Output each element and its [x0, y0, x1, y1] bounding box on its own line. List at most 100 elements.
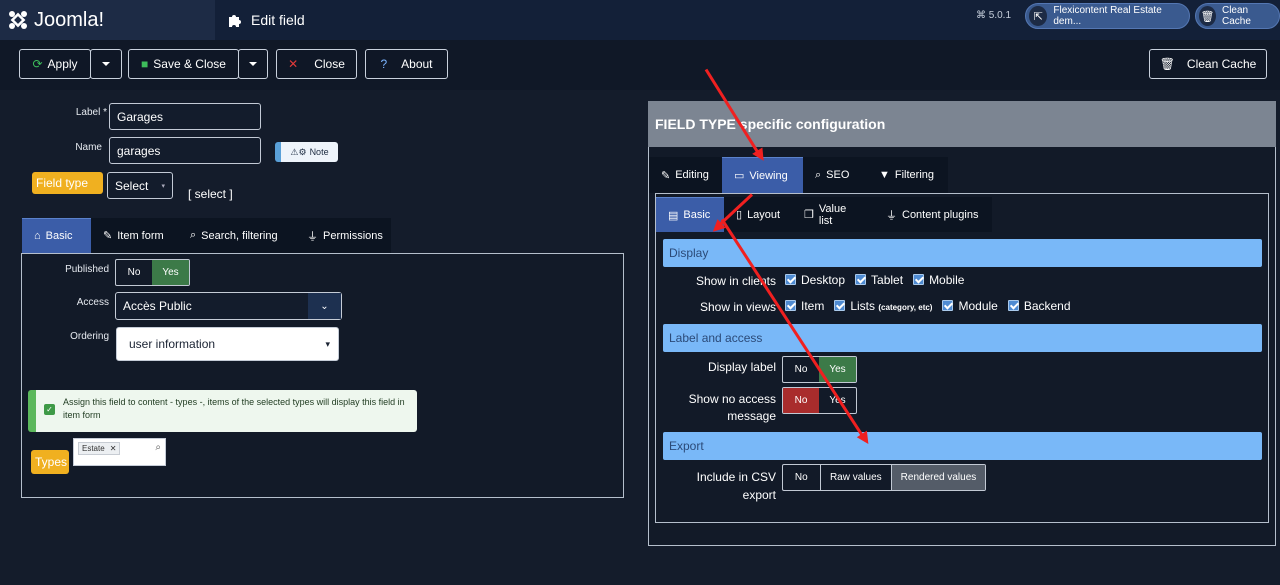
field-type-select[interactable]: Select ▾ [107, 172, 173, 199]
page-title: Edit field [251, 12, 305, 28]
published-no[interactable]: No [116, 260, 152, 285]
checkbox-checked-icon[interactable] [913, 274, 925, 285]
type-tag-estate[interactable]: Estate ✕ [78, 442, 121, 455]
puzzle-icon [229, 15, 241, 27]
tab-viewing-label: Viewing [749, 169, 788, 182]
external-link-icon: ⇱ [1029, 6, 1048, 26]
home-icon: ⌂ [34, 230, 41, 242]
save-close-button[interactable]: ■ Save & Close [128, 49, 239, 79]
section-label-access: Label and access [663, 324, 1262, 352]
sub-tabs: ▤ Basic ▯ Layout ❐ Value list ⏚ Content plug… [656, 197, 992, 232]
published-toggle[interactable]: No Yes [115, 259, 190, 286]
assign-info-box: ✓ Assign this field to content - types -… [28, 390, 417, 432]
save-close-label: Save & Close [153, 57, 226, 71]
view-backend[interactable]: Backend [1007, 299, 1071, 313]
ordering-label: Ordering [70, 331, 109, 342]
apply-button[interactable]: ⟳ Apply [19, 49, 91, 79]
include-csv-label-line1: Include in CSV [696, 470, 776, 484]
tab-filtering[interactable]: ▼ Filtering [867, 157, 948, 193]
csv-raw-values[interactable]: Raw values [819, 465, 891, 490]
ordering-select[interactable]: user information ▾ [116, 327, 339, 361]
name-input[interactable]: garages [109, 137, 261, 164]
close-button[interactable]: ✕ Close [276, 49, 357, 79]
no-access-no[interactable]: No [783, 388, 820, 413]
ordering-value: user information [129, 337, 216, 351]
trash-icon: 🗑 [1159, 57, 1175, 71]
joomla-small-icon: ⌘ [976, 10, 989, 21]
checkbox-checked-icon[interactable] [834, 300, 846, 311]
clean-cache-label: Clean Cache [1221, 5, 1251, 27]
tab-basic[interactable]: ⌂ Basic [22, 218, 91, 253]
view-lists-note: (category, etc) [878, 303, 933, 312]
joomla-logo[interactable]: Joomla! [0, 0, 215, 40]
site-link-pill[interactable]: ⇱ Flexicontent Real Estate dem... [1025, 3, 1190, 29]
client-desktop[interactable]: Desktop [785, 273, 845, 287]
version-number: 5.0.1 [988, 10, 1012, 21]
tab-permissions[interactable]: ⏚ Permissions [295, 218, 391, 253]
checkbox-checked-icon[interactable] [785, 274, 796, 285]
tab-item-form[interactable]: ✎ Item form [91, 218, 178, 253]
close-label: Close [314, 57, 345, 71]
save-dropdown-button[interactable] [238, 49, 268, 79]
clean-cache-pill[interactable]: 🗑 Clean Cache [1195, 3, 1280, 29]
checkbox-checked-icon[interactable] [785, 300, 796, 311]
show-no-access-label-line2: message [727, 409, 776, 423]
subtab-layout[interactable]: ▯ Layout [724, 197, 792, 232]
access-value: Accès Public [123, 299, 192, 313]
joomla-logo-icon [9, 11, 27, 29]
tab-search-filtering[interactable]: ⌕ Search, filtering [178, 218, 295, 253]
subtab-layout-label: Layout [747, 208, 781, 221]
view-item-label: Item [801, 299, 825, 313]
access-select[interactable]: Accès Public ⌄ [115, 292, 342, 320]
types-multiselect[interactable]: Estate ✕ ⌕ [73, 438, 166, 466]
subtab-content-plugins[interactable]: ⏚ Content plugins [874, 197, 992, 232]
tab-seo[interactable]: ⌕ SEO [803, 157, 867, 193]
include-csv-toggle[interactable]: No Raw values Rendered values [782, 464, 986, 491]
client-tablet-label: Tablet [871, 273, 904, 287]
view-module[interactable]: Module [942, 299, 998, 313]
clean-cache-button-label: Clean Cache [1186, 57, 1257, 71]
view-lists-label: Lists [850, 299, 876, 313]
section-export: Export [663, 432, 1262, 460]
client-mobile-label: Mobile [929, 273, 965, 287]
csv-rendered-values[interactable]: Rendered values [890, 465, 985, 490]
note-badge[interactable]: ⚠⚙ Note [275, 142, 338, 162]
edit-icon: ✎ [103, 230, 113, 242]
check-icon: ✓ [44, 404, 55, 415]
include-csv-label-line2: export [742, 488, 776, 502]
client-mobile[interactable]: Mobile [913, 273, 964, 287]
published-label: Published [65, 264, 109, 275]
main-tabs: ✎ Editing ▭ Viewing ⌕ SEO ▼ Filtering [649, 157, 948, 193]
access-label: Access [76, 297, 109, 308]
trash-icon: 🗑 [1199, 6, 1216, 26]
assign-text: Assign this field to content - types -, … [63, 397, 405, 420]
apply-dropdown-button[interactable] [90, 49, 122, 79]
tab-item-form-label: Item form [117, 229, 164, 242]
show-no-access-label-line1: Show no access [688, 392, 776, 406]
question-icon: ? [380, 57, 388, 71]
filter-icon: ▼ [879, 169, 890, 181]
logo-text: Joomla! [34, 8, 105, 31]
view-lists[interactable]: Lists (category, etc) [834, 299, 932, 313]
published-yes[interactable]: Yes [152, 260, 189, 285]
monitor-icon: ▭ [734, 170, 745, 182]
subtab-value-list[interactable]: ❐ Value list [792, 197, 874, 232]
tab-editing-label: Editing [675, 169, 709, 181]
tab-seo-label: SEO [826, 169, 850, 181]
label-input[interactable]: Garages [109, 103, 261, 130]
client-tablet[interactable]: Tablet [855, 273, 903, 287]
tab-editing[interactable]: ✎ Editing [649, 157, 722, 193]
tab-basic-label: Basic [45, 230, 73, 242]
tab-viewing[interactable]: ▭ Viewing [722, 157, 803, 193]
field-type-text: [ select ] [188, 187, 233, 201]
clean-cache-button[interactable]: 🗑 Clean Cache [1149, 49, 1267, 79]
search-icon: ⌕ [815, 168, 822, 181]
view-item[interactable]: Item [785, 299, 824, 313]
about-button[interactable]: ? About [365, 49, 448, 79]
checkbox-checked-icon[interactable] [855, 274, 867, 285]
csv-no[interactable]: No [783, 465, 820, 490]
warning-icon: ⚠⚙ [290, 146, 307, 157]
remove-icon[interactable]: ✕ [110, 444, 117, 453]
checkbox-checked-icon[interactable] [1007, 300, 1019, 311]
checkbox-checked-icon[interactable] [942, 300, 954, 311]
